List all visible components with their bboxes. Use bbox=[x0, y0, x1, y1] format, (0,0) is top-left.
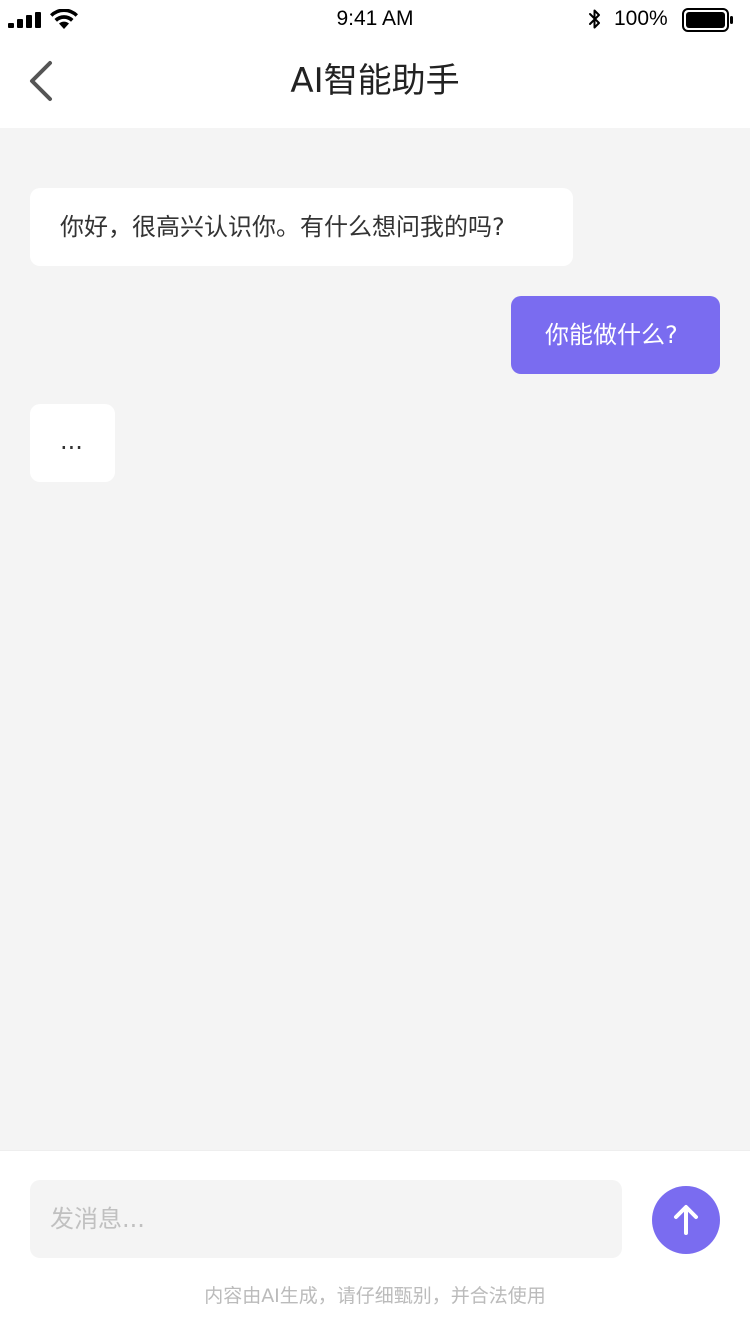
send-button[interactable] bbox=[652, 1186, 720, 1254]
battery-icon bbox=[682, 8, 733, 32]
user-message-bubble: 你能做什么? bbox=[511, 296, 720, 374]
arrow-up-icon bbox=[674, 1205, 698, 1235]
navigation-bar: AI智能助手 bbox=[0, 40, 750, 128]
battery-percent: 100% bbox=[614, 7, 668, 30]
ai-disclaimer: 内容由AI生成，请仔细甄别，并合法使用 bbox=[204, 1285, 546, 1307]
bluetooth-icon bbox=[589, 9, 600, 29]
chat-message-list[interactable]: 你好，很高兴认识你。有什么想问我的吗? 你能做什么? ... bbox=[0, 128, 750, 1150]
message-input[interactable] bbox=[30, 1180, 622, 1258]
assistant-typing-bubble: ... bbox=[30, 404, 115, 482]
status-bar: 9:41 AM 100% bbox=[0, 0, 750, 40]
assistant-message-bubble: 你好，很高兴认识你。有什么想问我的吗? bbox=[30, 188, 573, 266]
page-title: AI智能助手 bbox=[290, 61, 460, 101]
composer-bar: 内容由AI生成，请仔细甄别，并合法使用 bbox=[0, 1150, 750, 1334]
